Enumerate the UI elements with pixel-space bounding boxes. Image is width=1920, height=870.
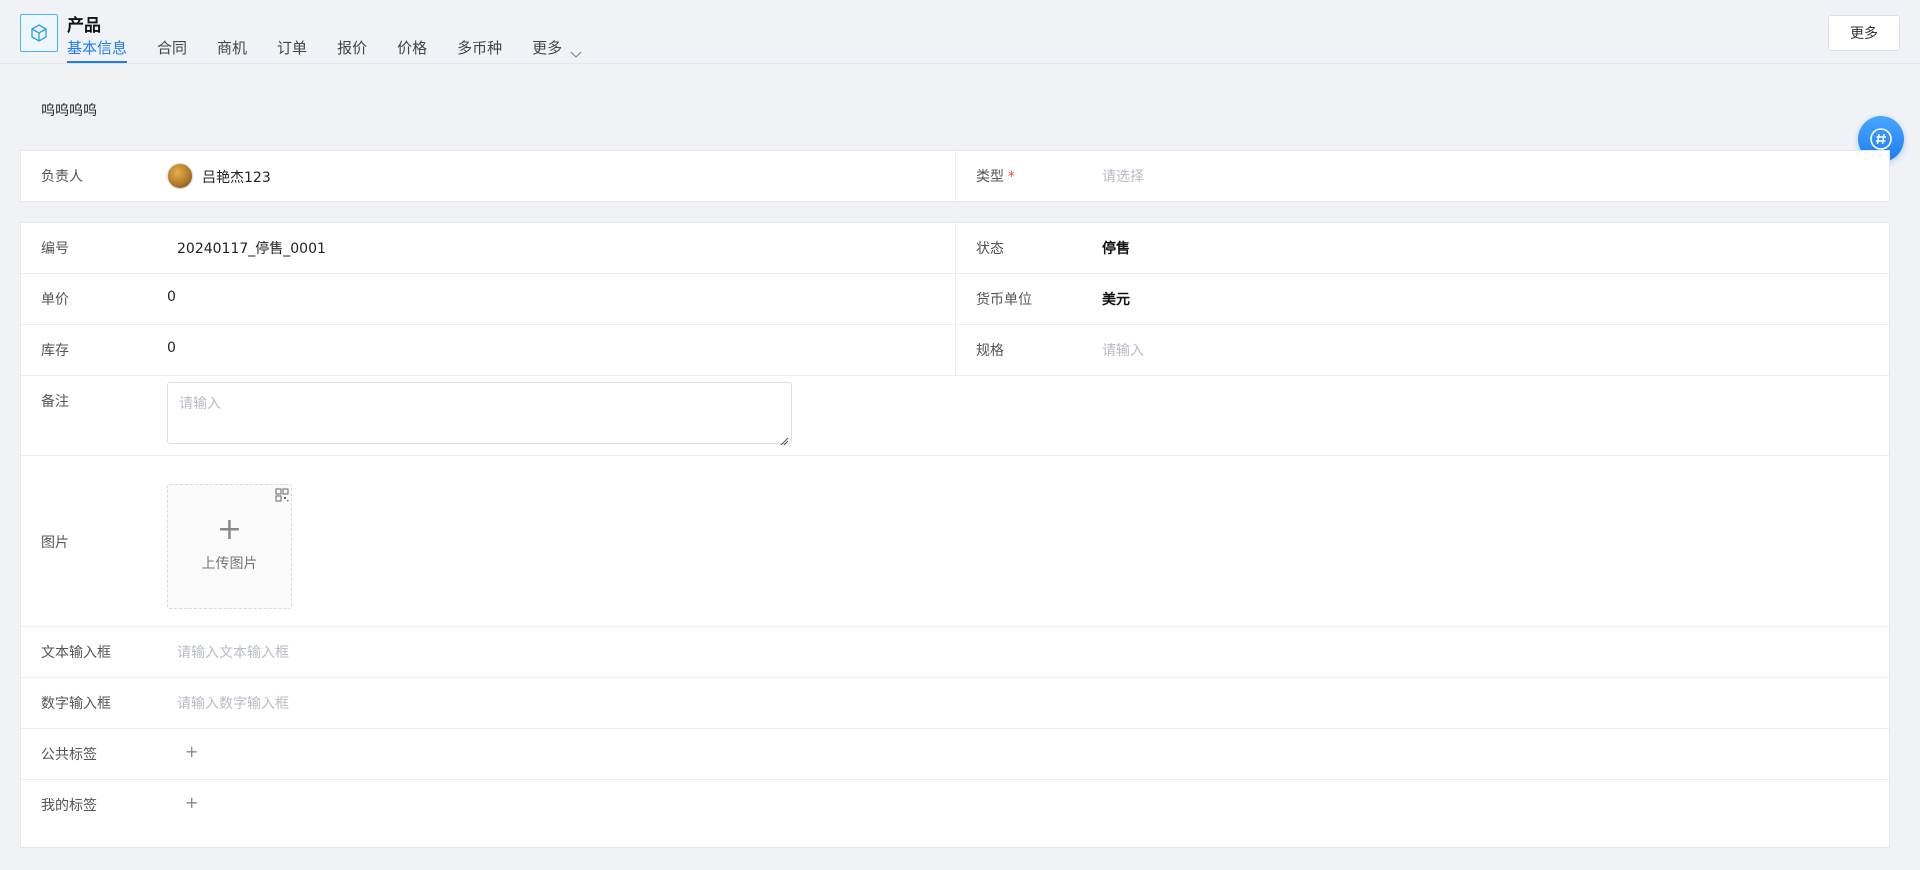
number-value: 20240117_停售_0001 bbox=[177, 241, 326, 257]
owner-row: 负责人 吕艳杰123 类型 * 请选择 bbox=[21, 151, 1889, 201]
stock-label: 库存 bbox=[41, 343, 69, 359]
stock-value: 0 bbox=[167, 340, 176, 356]
text-input-label: 文本输入框 bbox=[41, 645, 111, 661]
stock-spec-row: 库存 0 规格 请输入 bbox=[21, 325, 1889, 376]
owner-field: 负责人 吕艳杰123 bbox=[21, 151, 955, 201]
tab-quote[interactable]: 报价 bbox=[337, 37, 367, 63]
image-label: 图片 bbox=[41, 535, 69, 551]
public-tags-row: 公共标签 + bbox=[21, 729, 1889, 780]
remark-placeholder: 请输入 bbox=[179, 396, 221, 412]
number-label: 编号 bbox=[41, 241, 69, 257]
tab-multi-currency[interactable]: 多币种 bbox=[457, 37, 502, 63]
unit-price-field: 单价 0 bbox=[21, 274, 955, 324]
required-mark: * bbox=[1008, 169, 1015, 185]
currency-label: 货币单位 bbox=[976, 292, 1032, 308]
image-row: 图片 + 上传图片 bbox=[21, 456, 1889, 627]
page-title: 产品 bbox=[67, 16, 101, 36]
add-public-tag-button[interactable]: + bbox=[185, 742, 198, 761]
price-currency-row: 单价 0 货币单位 美元 bbox=[21, 274, 1889, 325]
tab-opportunity[interactable]: 商机 bbox=[217, 37, 247, 63]
type-field: 类型 * 请选择 bbox=[955, 151, 1889, 201]
tab-more[interactable]: 更多 bbox=[532, 37, 582, 63]
tab-contract[interactable]: 合同 bbox=[157, 37, 187, 63]
page-header: 产品 基本信息 合同 商机 订单 报价 价格 多币种 更多 更多 bbox=[0, 0, 1920, 64]
currency-field: 货币单位 美元 bbox=[955, 274, 1889, 324]
my-tags-label: 我的标签 bbox=[41, 798, 97, 814]
qr-code-icon[interactable] bbox=[275, 487, 289, 502]
remark-label: 备注 bbox=[41, 394, 69, 410]
number-input-field[interactable]: 请输入数字输入框 bbox=[177, 693, 289, 713]
text-input-field[interactable]: 请输入文本输入框 bbox=[177, 642, 289, 662]
tab-basic-info[interactable]: 基本信息 bbox=[67, 37, 128, 63]
owner-label: 负责人 bbox=[41, 169, 83, 185]
product-detail-page: 产品 基本信息 合同 商机 订单 报价 价格 多币种 更多 更多 呜呜呜呜 负责… bbox=[0, 0, 1920, 870]
text-input-row: 文本输入框 请输入文本输入框 bbox=[21, 627, 1889, 678]
upload-image-text: 上传图片 bbox=[201, 556, 258, 572]
unit-price-label: 单价 bbox=[41, 292, 69, 308]
spec-label: 规格 bbox=[976, 343, 1004, 359]
status-label: 状态 bbox=[976, 241, 1004, 257]
status-value: 停售 bbox=[1102, 241, 1130, 257]
my-tags-row: 我的标签 + bbox=[21, 780, 1889, 831]
upload-image-button[interactable]: + 上传图片 bbox=[167, 484, 292, 609]
detail-card: 编号 20240117_停售_0001 状态 停售 单价 0 货币单位 美元 库… bbox=[20, 222, 1890, 848]
owner-card: 负责人 吕艳杰123 类型 * 请选择 bbox=[20, 150, 1890, 202]
type-label: 类型 * bbox=[976, 169, 1015, 185]
tab-bar: 基本信息 合同 商机 订单 报价 价格 多币种 更多 bbox=[67, 37, 612, 63]
tab-price[interactable]: 价格 bbox=[397, 37, 427, 63]
remark-textarea[interactable]: 请输入 bbox=[167, 382, 792, 446]
stock-field: 库存 0 bbox=[21, 325, 955, 375]
status-field: 状态 停售 bbox=[955, 223, 1889, 273]
spec-field: 规格 请输入 bbox=[955, 325, 1889, 375]
avatar bbox=[167, 163, 193, 189]
chevron-down-icon bbox=[570, 43, 582, 65]
tab-order[interactable]: 订单 bbox=[277, 37, 307, 63]
unit-price-value: 0 bbox=[167, 289, 176, 305]
remark-row: 备注 请输入 bbox=[21, 376, 1889, 456]
type-select[interactable]: 请选择 bbox=[1102, 166, 1144, 186]
spec-input[interactable]: 请输入 bbox=[1102, 340, 1144, 360]
owner-name[interactable]: 吕艳杰123 bbox=[202, 167, 271, 187]
number-input-row: 数字输入框 请输入数字输入框 bbox=[21, 678, 1889, 729]
add-my-tag-button[interactable]: + bbox=[185, 793, 198, 812]
more-button[interactable]: 更多 bbox=[1828, 15, 1900, 51]
number-status-row: 编号 20240117_停售_0001 状态 停售 bbox=[21, 223, 1889, 274]
currency-value: 美元 bbox=[1102, 292, 1130, 308]
section-subtitle: 呜呜呜呜 bbox=[41, 103, 97, 119]
plus-icon: + bbox=[216, 512, 243, 547]
public-tags-label: 公共标签 bbox=[41, 747, 97, 763]
cube-icon bbox=[20, 14, 58, 52]
number-input-label: 数字输入框 bbox=[41, 696, 111, 712]
resize-grip-icon[interactable] bbox=[779, 431, 789, 446]
number-field: 编号 20240117_停售_0001 bbox=[21, 223, 955, 273]
